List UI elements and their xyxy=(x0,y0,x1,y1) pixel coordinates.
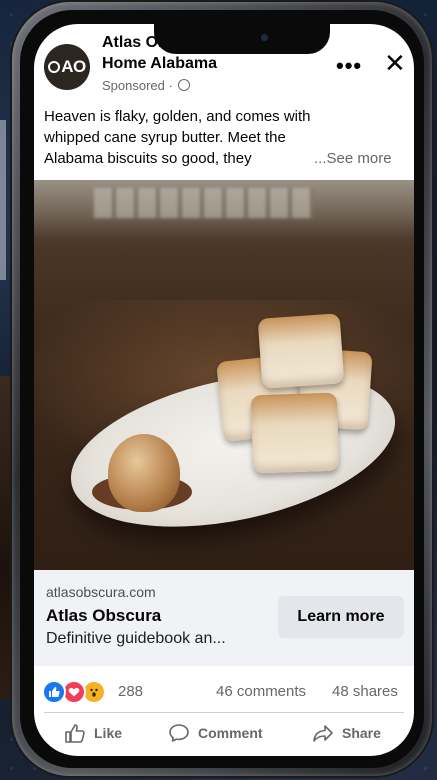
image-butter xyxy=(108,434,180,512)
image-biscuit xyxy=(250,392,340,474)
caption-line: Heaven is flaky, golden, and comes with xyxy=(44,108,311,125)
comment-button[interactable]: Comment xyxy=(168,714,263,752)
link-preview[interactable]: atlasobscura.com Atlas Obscura Definitiv… xyxy=(34,570,414,666)
share-icon xyxy=(313,725,333,742)
post-caption: Heaven is flaky, golden, and comes with … xyxy=(44,106,404,169)
link-description: Definitive guidebook an... xyxy=(46,630,226,647)
shares-count[interactable]: 48 shares xyxy=(332,683,398,700)
avatar-text: AO xyxy=(61,57,86,76)
like-reaction-icon[interactable] xyxy=(42,680,66,704)
phone-notch xyxy=(154,24,330,54)
thumbs-up-icon xyxy=(49,687,60,697)
heart-icon xyxy=(68,687,80,697)
camera-icon xyxy=(261,34,268,41)
share-button[interactable]: Share xyxy=(312,714,381,752)
action-bar: Like Comment Share xyxy=(34,714,414,754)
reaction-count[interactable]: 288 xyxy=(118,683,143,700)
share-label: Share xyxy=(342,725,381,741)
image-biscuit xyxy=(257,313,345,389)
like-icon xyxy=(65,724,85,743)
see-more-link[interactable]: ...See more xyxy=(314,148,392,169)
sponsored-label: Sponsored · xyxy=(102,78,191,93)
comment-label: Comment xyxy=(198,725,263,741)
sponsored-text: Sponsored · xyxy=(102,78,173,93)
phone-screen: AO Atlas Obscura Home Alabama Sponsored … xyxy=(34,24,414,756)
logo-ring-icon xyxy=(48,61,61,73)
caption-line: whipped cane syrup butter. Meet the xyxy=(44,129,286,146)
link-domain: atlasobscura.com xyxy=(46,584,156,600)
close-button[interactable]: ✕ xyxy=(384,48,406,79)
like-button[interactable]: Like xyxy=(64,714,122,752)
divider xyxy=(44,712,404,713)
reactions-bar: 288 46 comments 48 shares xyxy=(34,674,414,710)
page-avatar[interactable]: AO xyxy=(44,44,90,90)
link-title: Atlas Obscura xyxy=(46,606,162,625)
post-image[interactable] xyxy=(34,180,414,570)
image-window-blur xyxy=(94,188,314,218)
wow-face-icon xyxy=(90,688,98,697)
page-name-line2: Home Alabama xyxy=(102,55,217,72)
more-options-button[interactable]: ••• xyxy=(336,55,362,77)
comments-count[interactable]: 46 comments xyxy=(216,683,306,700)
comment-icon xyxy=(169,724,189,742)
like-label: Like xyxy=(94,725,123,741)
background-window-edge xyxy=(0,120,6,280)
learn-more-button[interactable]: Learn more xyxy=(278,596,404,638)
globe-icon xyxy=(178,79,191,91)
